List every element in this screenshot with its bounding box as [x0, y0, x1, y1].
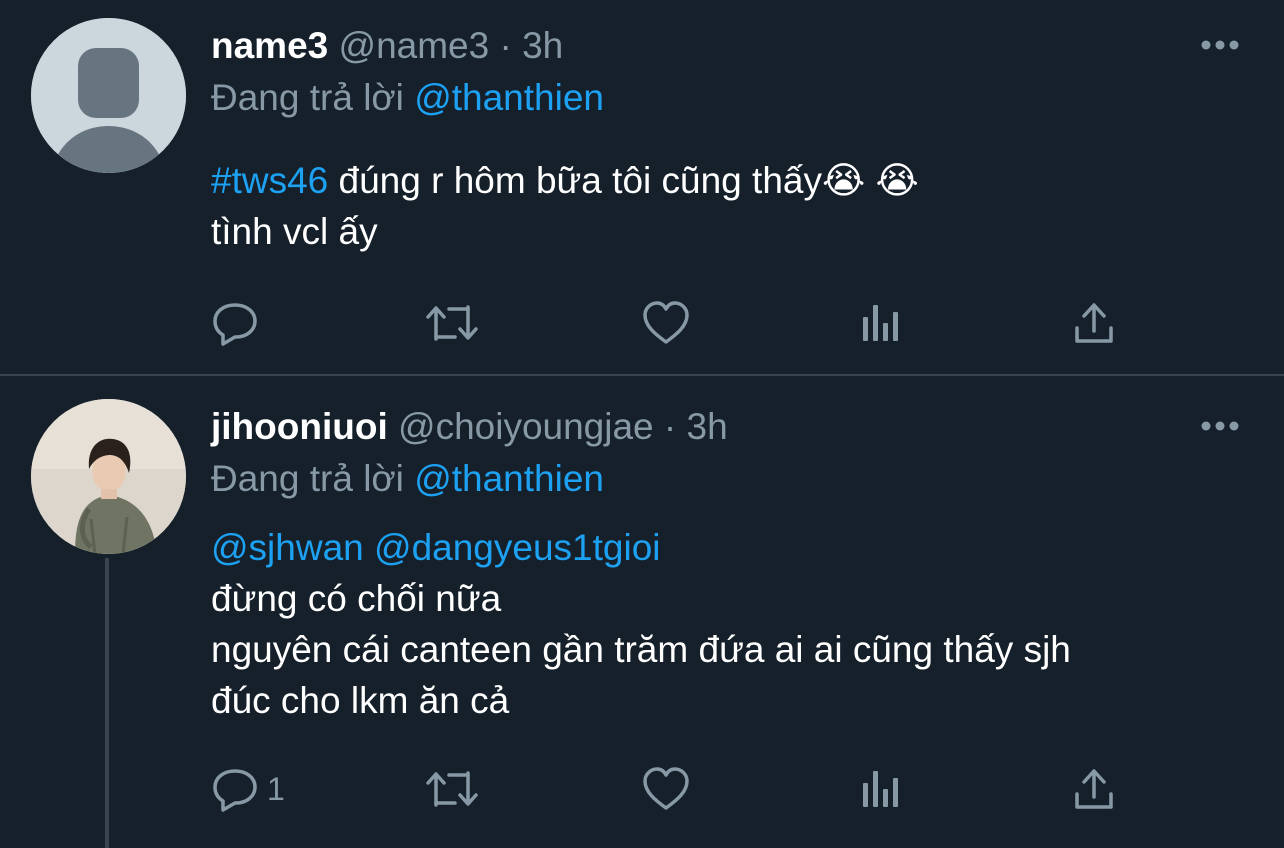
thread-line	[105, 558, 109, 848]
more-icon[interactable]	[1200, 420, 1240, 432]
tweet-header: jihooniuoi @choiyoungjae · 3h	[211, 405, 728, 449]
retweet-button[interactable]	[425, 764, 479, 814]
tweet-text: #tws46 đúng r hôm bữa tôi cũng thấy😭 😭 t…	[211, 155, 919, 257]
tweet-text-line: tình vcl ấy	[211, 211, 378, 252]
tweet-text-line: nguyên cái canteen gần trăm đứa ai ai cũ…	[211, 629, 1071, 670]
separator: ·	[499, 25, 512, 66]
retweet-icon	[426, 771, 478, 807]
user-photo-avatar-icon	[31, 399, 186, 554]
replying-to: Đang trả lời @thanthien	[211, 457, 604, 501]
tweet-actions: 1	[211, 764, 1131, 814]
tweet-text: @sjhwan @dangyeus1tgioi đừng có chối nữa…	[211, 522, 1071, 726]
user-handle[interactable]: @choiyoungjae	[398, 406, 654, 447]
analytics-icon	[863, 771, 898, 807]
tweet-text-content: đúng r hôm bữa tôi cũng thấy😭 😭	[328, 160, 919, 201]
separator: ·	[663, 406, 677, 447]
like-button[interactable]	[641, 298, 691, 348]
reply-count: 1	[267, 770, 285, 807]
retweet-icon	[426, 305, 478, 341]
mentions[interactable]: @sjhwan @dangyeus1tgioi	[211, 522, 1071, 573]
timestamp[interactable]: 3h	[522, 25, 563, 66]
reply-button[interactable]: 1	[211, 764, 285, 814]
tweet[interactable]: jihooniuoi @choiyoungjae · 3h Đang trả l…	[0, 376, 1284, 848]
replying-to-label: Đang trả lời	[211, 458, 404, 499]
replying-to: Đang trả lời @thanthien	[211, 76, 604, 120]
analytics-button[interactable]	[861, 298, 901, 348]
like-button[interactable]	[641, 764, 691, 814]
share-icon	[1075, 303, 1113, 343]
analytics-button[interactable]	[861, 764, 901, 814]
user-handle[interactable]: @name3	[339, 25, 490, 66]
tweet[interactable]: name3 @name3 · 3h Đang trả lời @thanthie…	[0, 0, 1284, 376]
avatar[interactable]	[31, 18, 186, 173]
default-avatar-icon	[31, 18, 186, 173]
share-button[interactable]	[1073, 764, 1115, 814]
share-icon	[1075, 769, 1113, 809]
replying-to-mention[interactable]: @thanthien	[414, 77, 604, 118]
tweet-header: name3 @name3 · 3h	[211, 24, 563, 68]
timestamp[interactable]: 3h	[687, 406, 728, 447]
display-name[interactable]: jihooniuoi	[211, 406, 388, 447]
more-icon[interactable]	[1200, 39, 1240, 51]
tweet-text-line: đúc cho lkm ăn cả	[211, 680, 510, 721]
heart-icon	[643, 767, 689, 810]
reply-icon	[213, 303, 257, 346]
heart-icon	[643, 301, 689, 344]
reply-icon	[213, 769, 257, 812]
tweet-text-line: đừng có chối nữa	[211, 578, 502, 619]
replying-to-mention[interactable]: @thanthien	[414, 458, 604, 499]
share-button[interactable]	[1073, 298, 1115, 348]
tweet-actions	[211, 298, 1131, 348]
retweet-button[interactable]	[425, 298, 479, 348]
analytics-icon	[863, 305, 898, 341]
avatar[interactable]	[31, 399, 186, 554]
hashtag[interactable]: #tws46	[211, 160, 328, 201]
reply-button[interactable]	[211, 298, 259, 348]
tweet-text-line: #tws46 đúng r hôm bữa tôi cũng thấy😭 😭	[211, 155, 919, 206]
replying-to-label: Đang trả lời	[211, 77, 404, 118]
display-name[interactable]: name3	[211, 25, 328, 66]
